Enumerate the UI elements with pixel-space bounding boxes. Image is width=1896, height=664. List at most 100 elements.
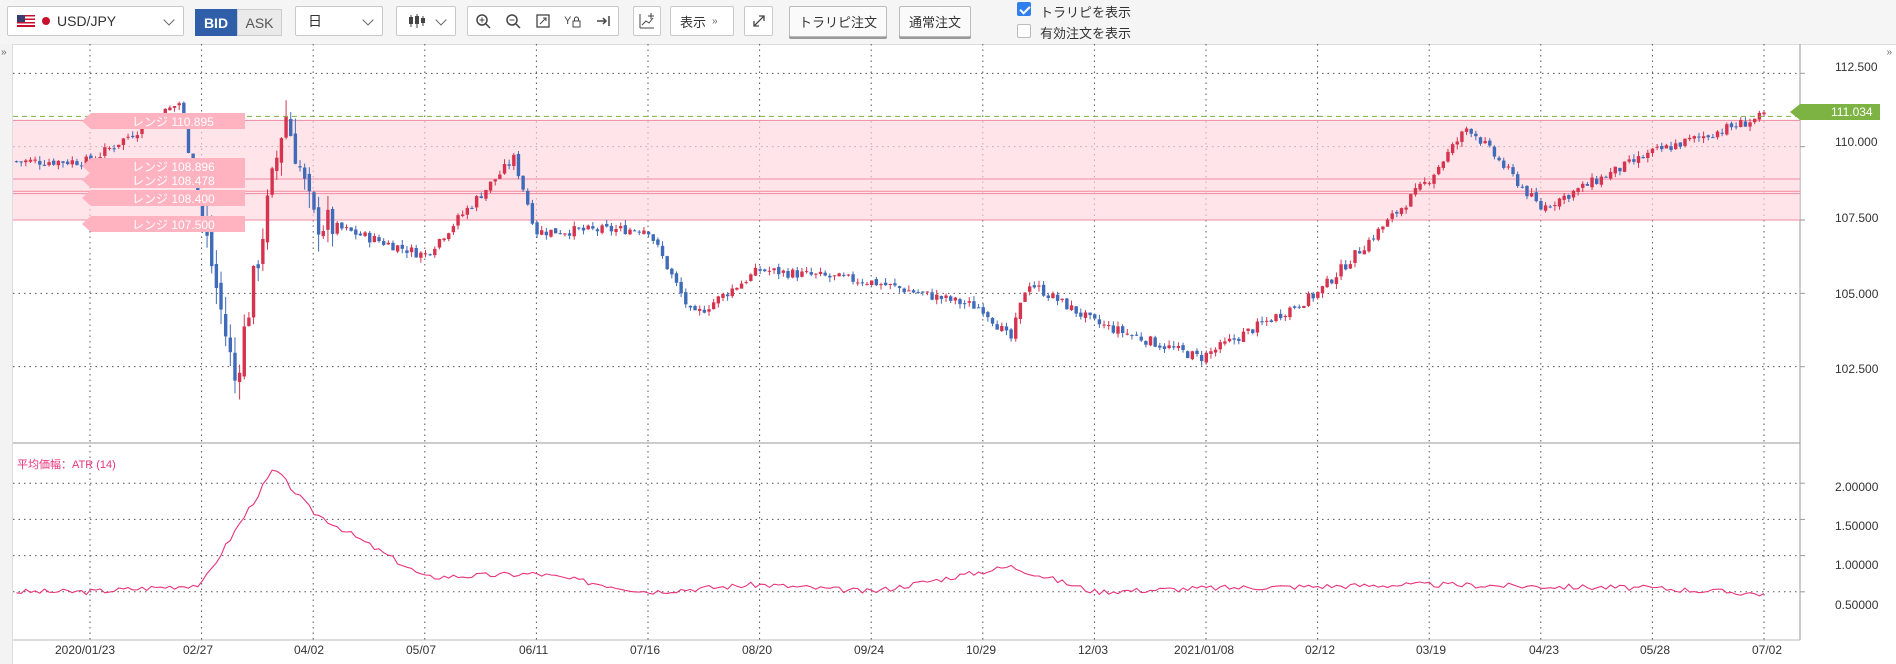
candle bbox=[172, 106, 177, 108]
candle bbox=[1097, 319, 1102, 325]
candle bbox=[632, 230, 637, 232]
candle bbox=[1455, 141, 1459, 145]
candle bbox=[995, 324, 999, 330]
candle bbox=[1474, 133, 1478, 137]
candle bbox=[1608, 172, 1613, 179]
candle bbox=[1660, 146, 1664, 150]
candle bbox=[809, 272, 813, 275]
candle bbox=[1488, 140, 1492, 146]
candle bbox=[846, 274, 851, 276]
candle bbox=[1604, 176, 1608, 178]
candle bbox=[326, 209, 330, 230]
price-axis-label: 107.500 bbox=[1835, 211, 1879, 225]
candle bbox=[428, 254, 432, 256]
candle bbox=[623, 225, 628, 235]
price-axis-label: 105.000 bbox=[1835, 287, 1879, 301]
candle bbox=[553, 228, 558, 234]
candle bbox=[1055, 294, 1060, 301]
price-chart[interactable] bbox=[0, 0, 1896, 664]
candle bbox=[693, 306, 697, 311]
candle bbox=[1729, 123, 1734, 128]
candle bbox=[665, 256, 669, 270]
range-label[interactable]: レンジ 108.478 bbox=[82, 172, 245, 188]
candle bbox=[930, 292, 934, 300]
candle bbox=[423, 253, 428, 255]
candle bbox=[1158, 345, 1162, 348]
candle bbox=[1223, 341, 1227, 344]
candle bbox=[1130, 335, 1134, 337]
candle bbox=[1413, 188, 1418, 195]
candle bbox=[832, 275, 837, 277]
candle bbox=[1687, 137, 1692, 140]
candle bbox=[1404, 207, 1408, 210]
candle bbox=[962, 303, 967, 305]
candle bbox=[1357, 251, 1362, 254]
candle bbox=[38, 160, 42, 165]
candle bbox=[1525, 185, 1529, 197]
candle bbox=[1436, 166, 1441, 175]
candle bbox=[1167, 345, 1171, 348]
candle bbox=[1515, 174, 1520, 187]
date-axis-label: 02/12 bbox=[1305, 643, 1336, 657]
candle bbox=[739, 283, 744, 289]
range-label[interactable]: レンジ 108.400 bbox=[82, 190, 245, 206]
date-axis-label: 10/29 bbox=[966, 643, 997, 657]
candle bbox=[1255, 321, 1260, 333]
candle bbox=[1441, 161, 1446, 168]
candle bbox=[698, 308, 702, 311]
current-price-tag: 111.034 bbox=[1790, 104, 1880, 120]
price-axis-label: 110.000 bbox=[1835, 135, 1878, 149]
candle bbox=[1450, 144, 1455, 154]
candle bbox=[828, 275, 832, 278]
candle bbox=[502, 163, 507, 174]
candle bbox=[879, 284, 883, 286]
candle bbox=[1269, 320, 1274, 322]
candle bbox=[1534, 192, 1538, 202]
candle bbox=[814, 273, 818, 275]
candle bbox=[1311, 293, 1315, 299]
candle bbox=[433, 248, 437, 256]
candle bbox=[1502, 160, 1506, 168]
candle bbox=[1390, 213, 1394, 219]
candle bbox=[856, 282, 860, 284]
candle bbox=[711, 302, 716, 310]
candle bbox=[990, 317, 995, 324]
candle bbox=[1650, 148, 1655, 154]
candle bbox=[1190, 351, 1195, 360]
candle bbox=[874, 279, 879, 286]
candle bbox=[1367, 239, 1371, 252]
candle bbox=[577, 227, 581, 229]
range-label[interactable]: レンジ 107.500 bbox=[82, 216, 245, 232]
candle bbox=[228, 337, 233, 353]
candle bbox=[1153, 337, 1157, 347]
candle bbox=[126, 136, 130, 138]
candle bbox=[1260, 321, 1264, 323]
candle bbox=[1009, 329, 1013, 339]
candle bbox=[911, 290, 916, 293]
candle bbox=[377, 237, 381, 242]
candle bbox=[1464, 128, 1469, 132]
candle bbox=[460, 214, 465, 216]
candle bbox=[168, 107, 172, 111]
candle bbox=[1581, 183, 1585, 188]
candle bbox=[1083, 312, 1088, 318]
range-label[interactable]: レンジ 110.895 bbox=[82, 113, 245, 129]
candle bbox=[451, 226, 456, 233]
atr-axis-label: 2.00000 bbox=[1835, 480, 1879, 494]
candle bbox=[1116, 326, 1120, 334]
candle bbox=[721, 293, 725, 298]
candle bbox=[1618, 167, 1622, 172]
candle bbox=[1381, 226, 1385, 230]
candle bbox=[470, 207, 474, 209]
date-axis-label: 05/28 bbox=[1640, 643, 1671, 657]
candle bbox=[512, 154, 516, 167]
candle bbox=[563, 233, 567, 235]
candle bbox=[907, 290, 911, 292]
candle bbox=[605, 223, 609, 227]
atr-axis-label: 1.50000 bbox=[1835, 519, 1879, 533]
candle bbox=[372, 236, 377, 243]
candle bbox=[1330, 279, 1334, 284]
candle bbox=[107, 147, 112, 149]
candle bbox=[1353, 250, 1357, 264]
candle bbox=[1199, 354, 1204, 361]
